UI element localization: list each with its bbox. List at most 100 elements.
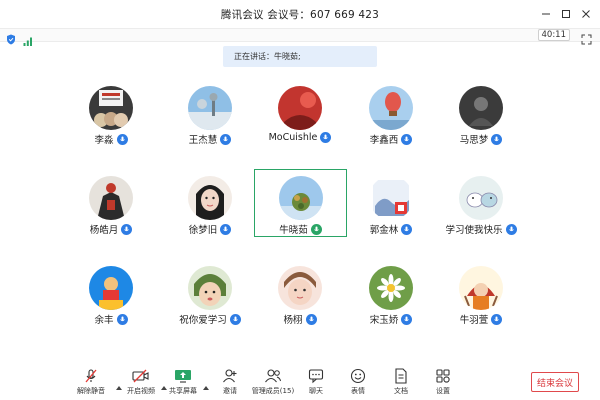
unmute-button[interactable]: 解除静音 — [69, 368, 113, 398]
window-controls — [538, 6, 594, 22]
avatar — [459, 266, 503, 310]
participant-name-row: 余丰 — [65, 312, 157, 326]
participant-name: MoCuishle — [268, 132, 318, 143]
manage-members-label: 管理成员(15) — [251, 387, 295, 395]
participant-tile[interactable]: MoCuishle — [254, 80, 346, 148]
fullscreen-icon[interactable] — [581, 30, 592, 49]
invite-label: 邀请 — [223, 387, 237, 395]
start-video-label: 开启视频 — [127, 387, 155, 395]
start-video-button[interactable]: 开启视频 — [119, 368, 163, 398]
participant-name-row: 杨皓月 — [65, 222, 157, 236]
avatar — [278, 176, 323, 220]
participant-tile[interactable]: 杨栩 — [254, 260, 346, 328]
avatar — [89, 176, 133, 220]
participant-name: 学习使我快乐 — [445, 225, 503, 236]
participant-tile[interactable]: 郭金林 — [345, 170, 437, 238]
avatar — [459, 176, 503, 220]
invite-button[interactable]: 邀请 — [208, 368, 252, 398]
chat-icon — [306, 368, 326, 384]
participant-name: 杨皓月 — [89, 225, 119, 236]
minimize-icon[interactable] — [538, 6, 554, 22]
mic-icon[interactable] — [229, 313, 241, 325]
mic-icon[interactable] — [220, 223, 232, 235]
mic-icon[interactable] — [116, 133, 128, 145]
participant-name: 宋玉娇 — [369, 315, 399, 326]
participant-name: 徐梦旧 — [188, 225, 218, 236]
emoji-label: 表情 — [351, 387, 365, 395]
speaking-text: 正在讲话：牛晓茹; — [234, 52, 301, 61]
participant-tile[interactable]: 李淼 — [65, 80, 157, 148]
participant-tile[interactable]: 余丰 — [65, 260, 157, 328]
manage-members-button[interactable]: 管理成员(15) — [251, 368, 295, 398]
mic-icon[interactable] — [220, 133, 232, 145]
mic-icon[interactable] — [491, 133, 503, 145]
bottom-toolbar: 解除静音 开启视频 共享屏幕 邀请 管理成员(15) 聊天 表情 文档 设置 — [0, 364, 600, 400]
participant-name-row: 王杰慧 — [164, 132, 256, 146]
mic-icon[interactable] — [320, 132, 332, 143]
signal-icon[interactable] — [23, 31, 33, 50]
video-off-icon — [131, 368, 151, 384]
mic-active-icon[interactable] — [310, 223, 322, 235]
chat-label: 聊天 — [309, 387, 323, 395]
mic-icon[interactable] — [401, 133, 413, 145]
participant-name: 马思梦 — [459, 135, 489, 146]
share-screen-label: 共享屏幕 — [169, 387, 197, 395]
mic-icon[interactable] — [401, 313, 413, 325]
mic-muted-icon — [81, 368, 101, 384]
participant-tile[interactable]: 学习使我快乐 — [435, 170, 527, 238]
settings-grid-icon — [433, 368, 453, 384]
avatar — [188, 176, 232, 220]
avatar — [278, 86, 322, 130]
chat-button[interactable]: 聊天 — [294, 368, 338, 398]
mic-icon[interactable] — [116, 313, 128, 325]
participant-tile[interactable]: 李鑫西 — [345, 80, 437, 148]
avatar — [369, 86, 413, 130]
participant-tile[interactable]: 马思梦 — [435, 80, 527, 148]
participant-tile[interactable]: 牛羽萱 — [435, 260, 527, 328]
avatar — [459, 86, 503, 130]
participant-name-row: 李鑫西 — [345, 132, 437, 146]
mic-icon[interactable] — [505, 223, 517, 235]
mic-icon[interactable] — [491, 313, 503, 325]
participant-name: 牛羽萱 — [459, 315, 489, 326]
participant-name: 祝你爱学习 — [179, 315, 227, 326]
participant-name-row: 徐梦旧 — [164, 222, 256, 236]
avatar — [369, 176, 413, 220]
participant-tile[interactable]: 祝你爱学习 — [164, 260, 256, 328]
documents-button[interactable]: 文档 — [379, 368, 423, 398]
window-title: 腾讯会议 会议号：607 669 423 — [220, 8, 380, 21]
emoji-button[interactable]: 表情 — [336, 368, 380, 398]
participant-name-row: MoCuishle — [254, 132, 346, 143]
settings-button[interactable]: 设置 — [421, 368, 465, 398]
participant-name: 李鑫西 — [369, 135, 399, 146]
meeting-window: 腾讯会议 会议号：607 669 423 40:11 正在讲话：牛晓茹; 李淼 … — [0, 0, 600, 400]
status-bar: 40:11 — [0, 28, 600, 46]
participant-name: 郭金林 — [369, 225, 399, 236]
unmute-label: 解除静音 — [77, 387, 105, 395]
participant-tile[interactable]: 王杰慧 — [164, 80, 256, 148]
avatar — [188, 86, 232, 130]
avatar — [369, 266, 413, 310]
end-meeting-button[interactable]: 结束会议 — [531, 372, 579, 392]
participant-tile-active[interactable]: 牛晓茹 — [254, 169, 347, 237]
share-screen-button[interactable]: 共享屏幕 — [161, 368, 205, 398]
participant-tile[interactable]: 宋玉娇 — [345, 260, 437, 328]
speaking-banner: 正在讲话：牛晓茹; — [223, 46, 377, 67]
shield-icon[interactable] — [6, 30, 16, 49]
mic-icon[interactable] — [401, 223, 413, 235]
close-icon[interactable] — [578, 6, 594, 22]
mic-icon[interactable] — [305, 313, 317, 325]
mic-icon[interactable] — [121, 223, 133, 235]
emoji-icon — [348, 368, 368, 384]
avatar — [278, 266, 322, 310]
participant-tile[interactable]: 杨皓月 — [65, 170, 157, 238]
participant-name: 余丰 — [94, 315, 114, 326]
document-icon — [391, 368, 411, 384]
maximize-icon[interactable] — [558, 6, 574, 22]
participant-name-row: 祝你爱学习 — [164, 312, 256, 326]
documents-label: 文档 — [394, 387, 408, 395]
settings-label: 设置 — [436, 387, 450, 395]
participant-name-row: 宋玉娇 — [345, 312, 437, 326]
avatar — [188, 266, 232, 310]
participant-tile[interactable]: 徐梦旧 — [164, 170, 256, 238]
